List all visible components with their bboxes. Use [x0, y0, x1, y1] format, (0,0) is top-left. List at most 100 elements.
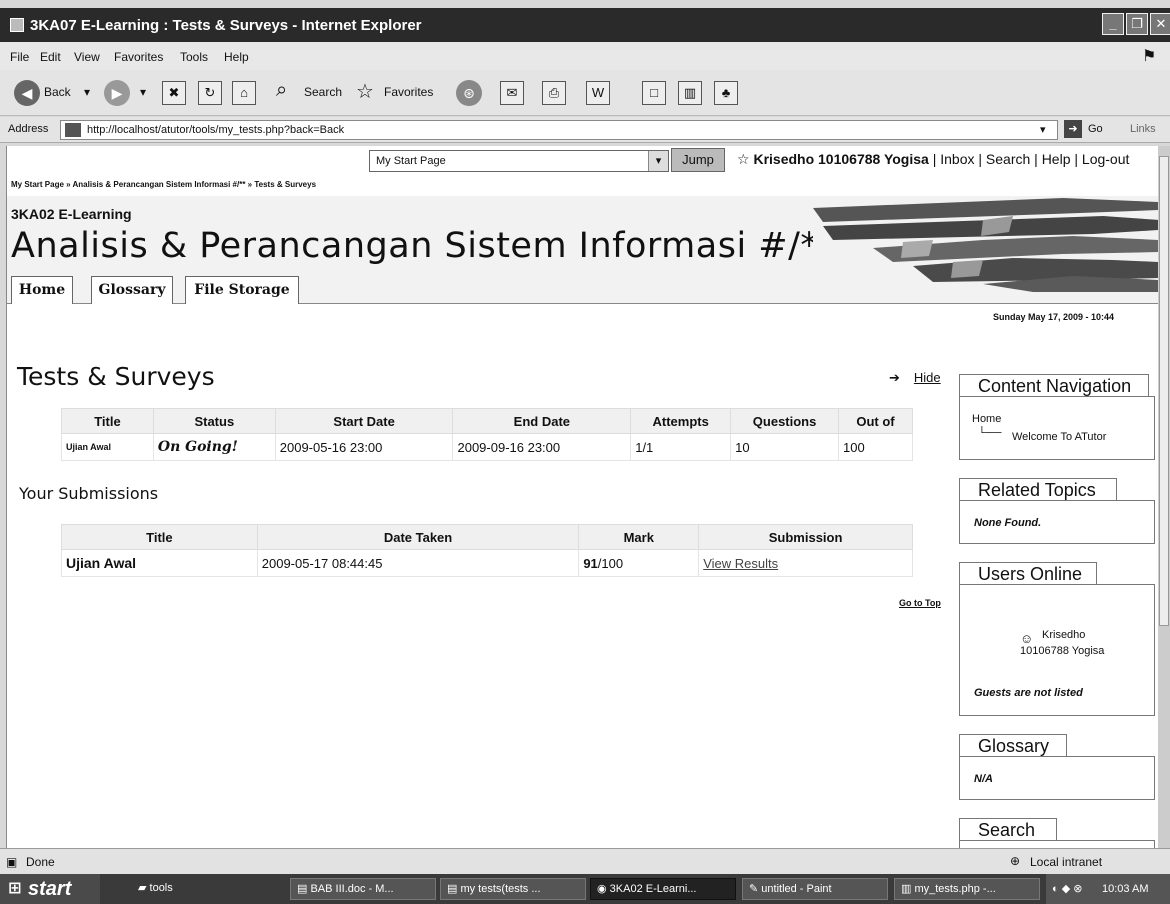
print-icon[interactable]: ⎙ — [542, 81, 566, 105]
related-topics-text: None Found. — [974, 517, 1042, 529]
logout-link[interactable]: Log-out — [1082, 151, 1129, 167]
address-label: Address — [8, 123, 49, 135]
links-button[interactable]: Links — [1130, 123, 1156, 135]
task-tests-folder[interactable]: ▤ my tests(tests ... — [440, 878, 586, 900]
col-sub-title: Title — [61, 524, 258, 550]
search-link[interactable]: Search — [986, 151, 1030, 167]
jump-select[interactable]: My Start Page ▾ — [369, 150, 669, 172]
view-results-link[interactable]: View Results — [703, 556, 778, 571]
scrollbar-thumb[interactable] — [1159, 156, 1169, 626]
address-url[interactable]: http://localhost/atutor/tools/my_tests.p… — [87, 124, 344, 136]
edit-icon[interactable]: W — [586, 81, 610, 105]
hide-toggle[interactable]: ➔ Hide — [889, 370, 941, 386]
jump-button[interactable]: Jump — [671, 148, 725, 172]
col-questions: Questions — [730, 408, 840, 434]
mail-icon[interactable]: ✉ — [500, 81, 524, 105]
minimize-button[interactable]: _ — [1102, 13, 1124, 35]
maximize-button[interactable]: ❐ — [1126, 13, 1148, 35]
help-link[interactable]: Help — [1042, 151, 1071, 167]
address-dropdown-icon[interactable]: ▾ — [1040, 123, 1046, 136]
back-arrow-icon[interactable]: ◀ — [14, 80, 40, 106]
refresh-icon[interactable]: ↻ — [198, 81, 222, 105]
clock[interactable]: 10:03 AM — [1102, 883, 1148, 895]
content-nav-item[interactable]: Welcome To ATutor — [1012, 431, 1106, 443]
go-to-top-link[interactable]: Go to Top — [899, 598, 941, 608]
browser-window: 3KA07 E-Learning : Tests & Surveys - Int… — [0, 0, 1170, 904]
online-user-line2[interactable]: 10106788 Yogisa — [1020, 645, 1104, 657]
home-icon[interactable]: ⌂ — [232, 81, 256, 105]
hide-link[interactable]: Hide — [914, 370, 941, 385]
taskbar: ⊞ start ▰ tools ▤ BAB III.doc - M... ▤ m… — [0, 874, 1170, 904]
menu-edit[interactable]: Edit — [40, 50, 61, 64]
inbox-link[interactable]: Inbox — [940, 151, 974, 167]
favorites-star-icon[interactable]: ☆ — [356, 79, 374, 104]
system-tray: ◐ ◆ ⊗ 10:03 AM — [1046, 874, 1170, 904]
test-title[interactable]: Ujian Awal — [61, 433, 154, 461]
users-online-box: ☺ Krisedho 10106788 Yogisa Guests are no… — [959, 584, 1155, 716]
tab-file-storage[interactable]: File Storage — [185, 276, 299, 304]
menu-tools[interactable]: Tools — [180, 50, 208, 64]
page-title: Tests & Surveys — [17, 362, 215, 391]
test-status[interactable]: On Going! — [152, 433, 276, 461]
menu-help[interactable]: Help — [224, 50, 249, 64]
search-button-label[interactable]: Search — [304, 85, 342, 99]
tree-branch-icon: └── — [978, 427, 1002, 439]
user-online-icon: ☺ — [1020, 631, 1034, 646]
menu-favorites[interactable]: Favorites — [114, 50, 163, 64]
search-icon[interactable]: ⌕ — [276, 79, 287, 102]
toolbar: ◀ Back ▾ ▶ ▾ ✖ ↻ ⌂ ⌕ Search ☆ Favorites … — [0, 70, 1170, 116]
guests-note: Guests are not listed — [974, 687, 1083, 699]
search-box-title[interactable]: Search — [959, 818, 1057, 842]
tray-icons[interactable]: ◐ ◆ ⊗ — [1052, 874, 1082, 904]
tab-home[interactable]: Home — [11, 276, 73, 304]
glossary-title[interactable]: Glossary — [959, 734, 1067, 758]
pencils-banner-image — [813, 196, 1158, 294]
task-word[interactable]: ▤ BAB III.doc - M... — [290, 878, 436, 900]
vertical-scrollbar[interactable] — [1158, 146, 1170, 848]
task-ie[interactable]: ◉ 3KA02 E-Learni... — [590, 878, 736, 900]
title-bar: 3KA07 E-Learning : Tests & Surveys - Int… — [0, 8, 1170, 42]
close-button[interactable]: ✕ — [1150, 13, 1170, 35]
sub-title: Ujian Awal — [61, 549, 258, 577]
task-notepad[interactable]: ▥ my_tests.php -... — [894, 878, 1040, 900]
jump-select-value: My Start Page — [376, 155, 446, 167]
research-icon[interactable]: ▥ — [678, 81, 702, 105]
discuss-icon[interactable]: □ — [642, 81, 666, 105]
forward-dropdown-icon[interactable]: ▾ — [140, 85, 146, 99]
address-input[interactable]: http://localhost/atutor/tools/my_tests.p… — [60, 120, 1058, 140]
users-online-title[interactable]: Users Online — [959, 562, 1097, 586]
menu-view[interactable]: View — [74, 50, 100, 64]
course-title: Analisis & Perancangan Sistem Informasi … — [11, 226, 837, 266]
site-name: 3KA02 E-Learning — [11, 206, 132, 222]
back-dropdown-icon[interactable]: ▾ — [84, 85, 90, 99]
chevron-down-icon[interactable]: ▾ — [648, 151, 668, 171]
breadcrumb[interactable]: My Start Page » Analisis & Perancangan S… — [11, 180, 316, 189]
go-arrow-icon[interactable]: ➜ — [1064, 120, 1082, 138]
sub-date: 2009-05-17 08:44:45 — [256, 549, 580, 577]
messenger-icon[interactable]: ♣ — [714, 81, 738, 105]
stop-icon[interactable]: ✖ — [162, 81, 186, 105]
window-title: 3KA07 E-Learning : Tests & Surveys - Int… — [30, 17, 422, 34]
task-paint[interactable]: ✎ untitled - Paint — [742, 878, 888, 900]
col-date-taken: Date Taken — [256, 524, 580, 550]
tab-glossary[interactable]: Glossary — [91, 276, 173, 304]
test-start-date: 2009-05-16 23:00 — [274, 433, 454, 461]
menu-file[interactable]: File — [10, 50, 29, 64]
media-icon[interactable]: ⊛ — [456, 80, 482, 106]
content-nav-title[interactable]: Content Navigation — [959, 374, 1149, 398]
back-button-label[interactable]: Back — [44, 85, 71, 99]
search-box — [959, 840, 1155, 848]
start-button[interactable]: ⊞ start — [0, 874, 100, 904]
submissions-table: Title Date Taken Mark Submission Ujian A… — [61, 524, 913, 577]
page-icon — [65, 123, 81, 137]
task-tools[interactable]: ▰ tools — [132, 878, 282, 900]
paint-icon: ✎ — [749, 883, 762, 895]
content-nav-home[interactable]: Home — [972, 413, 1001, 425]
favorites-button-label[interactable]: Favorites — [384, 85, 433, 99]
status-text: Done — [26, 855, 55, 869]
go-button[interactable]: Go — [1088, 123, 1103, 135]
related-topics-title[interactable]: Related Topics — [959, 478, 1117, 502]
forward-arrow-icon[interactable]: ▶ — [104, 80, 130, 106]
table-row: Ujian Awal On Going! 2009-05-16 23:00 20… — [61, 433, 913, 461]
online-user-line1[interactable]: Krisedho — [1042, 629, 1085, 641]
